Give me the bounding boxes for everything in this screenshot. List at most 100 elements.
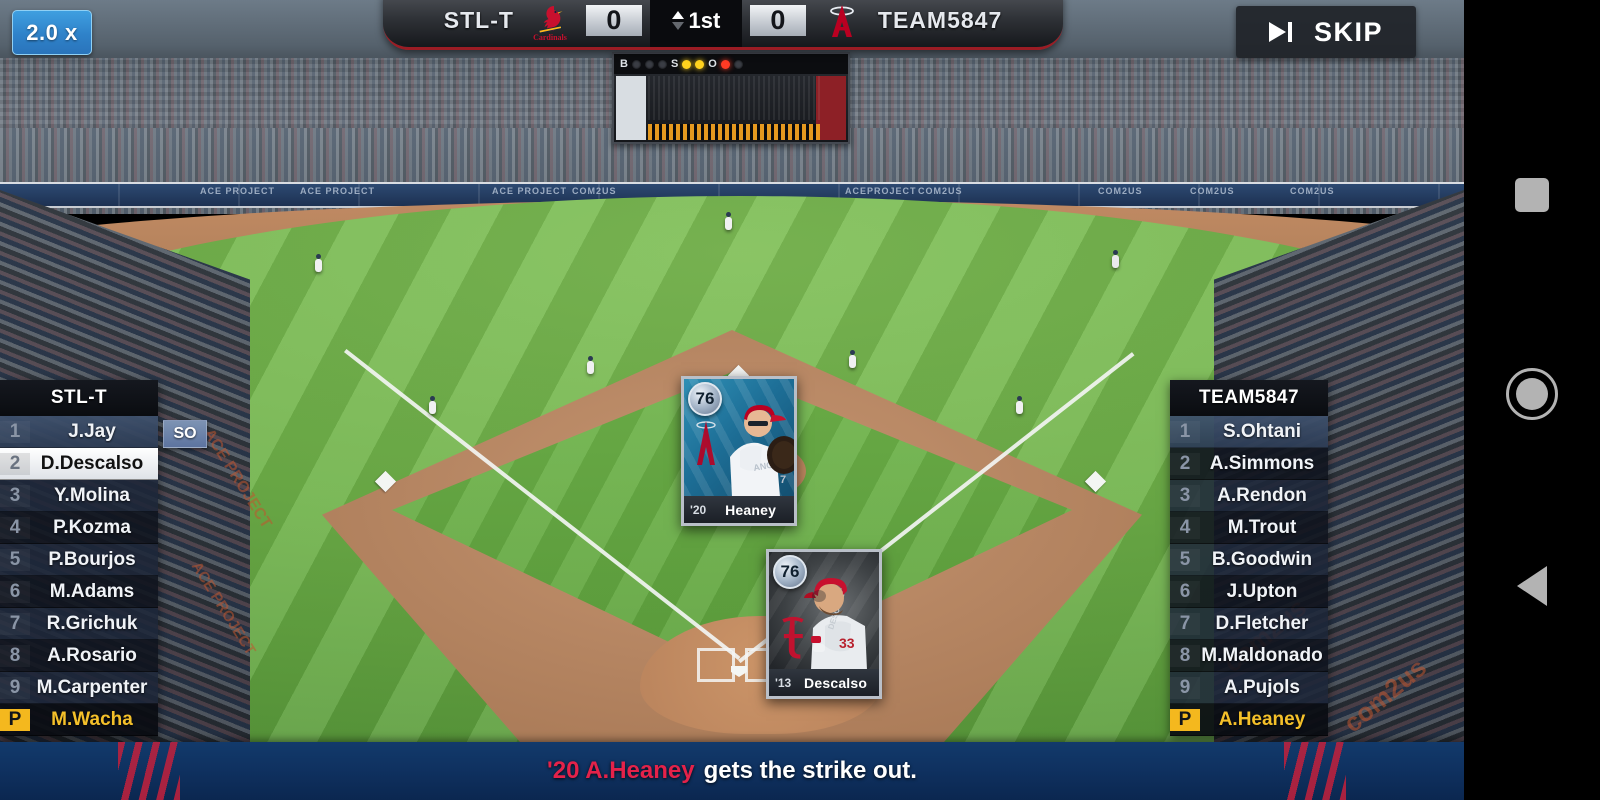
roster-row-name: A.Simmons [1209,452,1315,474]
wall-ad-right-2: COM2US [918,186,963,196]
skip-button[interactable]: SKIP [1236,6,1416,58]
roster-row[interactable]: 4 P.Kozma [0,512,158,544]
home-team-section: 0 TEAM5847 [741,0,1063,47]
roster-row[interactable]: 5 P.Bourjos [0,544,158,576]
back-triangle-icon[interactable] [1517,566,1547,606]
roster-row-number: 8 [0,644,30,667]
wall-ad-left: ACE PROJECT [200,186,276,196]
first-baseman [1014,396,1025,416]
away-roster-panel: STL-T 1 J.Jay 2 D.Descalso 3 Y.Molina 4 P.Kozma… [0,380,158,736]
home-circle-icon[interactable] [1506,368,1558,420]
scoreboard-dot-matrix [648,124,820,140]
roster-row-number: P [0,708,30,731]
roster-row-name: M.Maldonado [1201,644,1323,666]
roster-row-name: D.Descalso [40,452,144,474]
roster-row-number: P [1170,708,1200,731]
away-roster-title: STL-T [0,380,158,416]
away-team-section: STL-T Cardinals 0 [383,0,650,47]
wall-ad-left-2: ACE PROJECT [300,186,376,196]
roster-row[interactable]: 1 S.Ohtani [1170,416,1328,448]
roster-row-name: R.Grichuk [46,612,138,634]
roster-row-name: D.Fletcher [1215,612,1309,634]
balls-label: B [620,58,628,70]
roster-row[interactable]: 2 D.Descalso [0,448,158,480]
roster-row[interactable]: P M.Wacha [0,704,158,736]
roster-row[interactable]: 9 M.Carpenter [0,672,158,704]
roster-row[interactable]: 6 J.Upton [1170,576,1328,608]
caption-stripe-right [1284,742,1346,800]
bottom-of-inning-arrow-icon [671,22,684,30]
wall-ad-right-3: COM2US [1098,186,1143,196]
roster-row[interactable]: 3 A.Rendon [1170,480,1328,512]
play-result-caption: '20 A.Heaney gets the strike out. [0,742,1464,800]
inning-number: 1st [688,7,721,33]
shortstop [585,356,596,376]
roster-row[interactable]: 8 A.Rosario [0,640,158,672]
roster-row-number: 1 [0,420,30,443]
game-speed-badge[interactable]: 2.0 x [12,10,92,55]
strike-pip-2 [695,59,705,69]
roster-row-number: 3 [1170,484,1200,507]
strikes-label: S [670,58,679,70]
wall-ad-mid: COM2US [572,186,617,196]
roster-row-number: 5 [0,548,30,571]
roster-row[interactable]: 1 J.Jay [0,416,158,448]
ball-pip-3 [657,59,667,69]
second-baseman [847,350,858,370]
out-pip-1 [720,59,730,69]
batter-box-left [697,648,735,682]
roster-row[interactable]: 5 B.Goodwin [1170,544,1328,576]
wall-ad-mid-l: ACE PROJECT [492,186,568,196]
strikeout-badge: SO [163,420,207,448]
svg-text:Cardinals: Cardinals [533,33,567,42]
caption-text: gets the strike out. [703,757,917,784]
home-team-name: TEAM5847 [877,7,1003,33]
wall-ad-right-5: COM2US [1290,186,1335,196]
recents-square-icon[interactable] [1515,178,1549,212]
cardinals-logo-icon: Cardinals [528,0,572,43]
roster-row[interactable]: P A.Heaney [1170,704,1328,736]
batter-player-card[interactable]: 33 DESCALSO 76 '13 Descalso [766,549,882,699]
roster-row-name: M.Trout [1227,516,1297,538]
roster-row[interactable]: 9 A.Pujols [1170,672,1328,704]
inning-indicator: 1st [649,0,742,47]
roster-row-name: Y.Molina [53,484,130,506]
third-baseman [427,396,438,416]
roster-row-name: J.Upton [1226,580,1298,602]
roster-row-number: 9 [1170,676,1200,699]
wall-ad-right-4: COM2US [1190,186,1235,196]
roster-row-number: 6 [1170,580,1200,603]
roster-row[interactable]: 7 R.Grichuk [0,608,158,640]
roster-row[interactable]: 4 M.Trout [1170,512,1328,544]
roster-row-number: 5 [1170,548,1200,571]
right-fielder [1110,250,1121,270]
scoreboard-header: STL-T Cardinals 0 1st 0 TEAM5847 [383,0,1063,50]
center-fielder [723,212,734,232]
app-screenshot: ACE PROJECT ACE PROJECT ACE PROJECT COM2… [0,0,1600,800]
roster-row-number: 1 [1170,420,1200,443]
batter-card-year: '13 [775,675,792,690]
scoreboard-video-screen [648,76,820,120]
pitcher-card-name: Heaney [725,501,777,518]
inning-half-arrows [671,11,684,30]
roster-row-number: 4 [0,516,30,539]
roster-row[interactable]: 3 Y.Molina [0,480,158,512]
roster-row-name: A.Pujols [1223,676,1300,698]
top-of-inning-arrow-icon [671,11,684,19]
ball-pip-1 [631,59,641,69]
roster-row-name: M.Adams [49,580,135,602]
pitcher-player-card[interactable]: ANGELS 7 76 '20 Heaney [681,376,797,526]
strike-pip-1 [682,59,692,69]
roster-row[interactable]: 8 M.Maldonado [1170,640,1328,672]
home-runs: 0 [749,5,806,36]
game-viewport: ACE PROJECT ACE PROJECT ACE PROJECT COM2… [0,0,1464,800]
count-indicator-row: B S O [614,54,848,74]
caption-player-name: '20 A.Heaney [547,757,695,784]
roster-row[interactable]: 6 M.Adams [0,576,158,608]
caption-stripe-left [118,742,180,800]
away-runs: 0 [585,5,642,36]
scoreboard-panel-right [816,76,846,140]
roster-row[interactable]: 7 D.Fletcher [1170,608,1328,640]
roster-row[interactable]: 2 A.Simmons [1170,448,1328,480]
svg-text:7: 7 [780,474,786,486]
